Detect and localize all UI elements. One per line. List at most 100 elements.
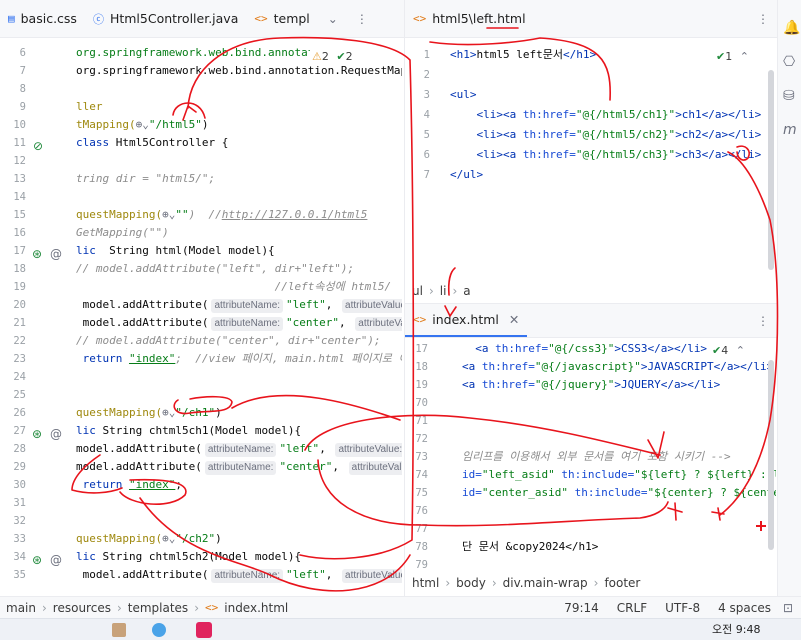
line-number[interactable]: 17 <box>400 340 428 358</box>
tab-templ[interactable]: <> templ <box>246 0 317 37</box>
code-line[interactable]: org.springframework.web.bind.annotat <box>76 44 310 62</box>
code-line[interactable]: GetMapping("") <box>76 224 402 242</box>
code-line[interactable]: ller <box>76 98 402 116</box>
more-icon[interactable]: ⋮ <box>757 12 769 26</box>
line-number[interactable]: 31 <box>0 494 26 512</box>
line-number[interactable]: 9 <box>0 98 26 116</box>
code-line[interactable]: <ul> <box>450 86 770 104</box>
line-number[interactable]: 72 <box>400 430 428 448</box>
scrollbar[interactable] <box>768 70 774 270</box>
app-icon[interactable] <box>152 623 166 637</box>
line-number[interactable]: 4 <box>402 106 430 124</box>
line-number[interactable]: 3 <box>402 86 430 104</box>
code-line[interactable]: lic String html(Model model){ <box>76 242 402 260</box>
code-line[interactable]: // model.addAttribute("center", dir+"cen… <box>76 332 402 350</box>
code-line[interactable]: // model.addAttribute("left", dir+"left"… <box>76 260 402 278</box>
line-number[interactable]: 12 <box>0 152 26 170</box>
code-line[interactable]: <li><a th:href="@{/html5/ch3}">ch3</a></… <box>450 146 770 164</box>
scrollbar[interactable] <box>768 360 774 550</box>
line-number[interactable]: 32 <box>0 512 26 530</box>
tab-html5controller[interactable]: ⓒ Html5Controller.java <box>85 0 246 37</box>
code-line[interactable]: //left속성에 html5/ <box>76 278 402 296</box>
code-line[interactable]: <a th:href="@{/jquery}">JQUERY</a></li> <box>462 376 770 394</box>
tab-index-html[interactable]: <> index.html ✕ <box>405 304 528 337</box>
line-number[interactable]: 28 <box>0 440 26 458</box>
plugin-icon[interactable]: ⎔ <box>783 54 795 70</box>
line-number[interactable]: 20 <box>0 296 26 314</box>
code-line[interactable]: 단 문서 &copy2024</h1> <box>462 538 770 556</box>
intellij-icon[interactable] <box>196 622 212 638</box>
indent-setting[interactable]: 4 spaces <box>718 601 771 615</box>
line-number[interactable]: 7 <box>0 62 26 80</box>
tab-left-html[interactable]: <> html5\left.html <box>405 0 534 37</box>
line-number[interactable]: 21 <box>0 314 26 332</box>
line-number[interactable]: 27 <box>0 422 26 440</box>
line-number[interactable]: 34 <box>0 548 26 566</box>
code-line[interactable]: <li><a th:href="@{/html5/ch2}">ch2</a></… <box>450 126 770 144</box>
code-line[interactable]: <li><a th:href="@{/html5/ch1}">ch1</a></… <box>450 106 770 124</box>
code-line[interactable]: questMapping(⊕⌄"") //http://127.0.0.1/ht… <box>76 206 402 224</box>
code-line[interactable]: <a th:href="@{/css3}">CSS3</a></li> <box>462 340 710 358</box>
line-number[interactable]: 18 <box>400 358 428 376</box>
line-number[interactable]: 10 <box>0 116 26 134</box>
line-number[interactable]: 1 <box>402 46 430 64</box>
line-number[interactable]: 6 <box>402 146 430 164</box>
line-number[interactable]: 14 <box>0 188 26 206</box>
code-line[interactable]: lic String chtml5ch1(Model model){ <box>76 422 402 440</box>
line-number[interactable]: 16 <box>0 224 26 242</box>
tab-basic-css[interactable]: ▤ basic.css <box>0 0 85 37</box>
code-line[interactable]: </ul> <box>450 166 770 184</box>
line-number[interactable]: 19 <box>0 278 26 296</box>
code-line[interactable]: <a th:href="@{/javascript}">JAVASCRIPT</… <box>462 358 770 376</box>
notifications-icon[interactable]: 🔔 <box>783 20 800 36</box>
line-number[interactable]: 24 <box>0 368 26 386</box>
code-line[interactable]: model.addAttribute(attributeName: "left",… <box>76 296 402 314</box>
line-number[interactable]: 26 <box>0 404 26 422</box>
line-number[interactable]: 2 <box>402 66 430 84</box>
endpoint-icon[interactable]: ⊛ <box>32 247 42 261</box>
line-number[interactable]: 71 <box>400 412 428 430</box>
line-number[interactable]: 76 <box>400 502 428 520</box>
code-line[interactable]: questMapping(⊕⌄"/ch1") <box>76 404 402 422</box>
code-line[interactable]: model.addAttribute(attributeName: "left",… <box>76 440 402 458</box>
line-number[interactable]: 29 <box>0 458 26 476</box>
line-number[interactable]: 75 <box>400 484 428 502</box>
more-icon[interactable]: ⋮ <box>757 314 769 328</box>
line-number[interactable]: 13 <box>0 170 26 188</box>
line-number[interactable]: 77 <box>400 520 428 538</box>
code-line[interactable]: model.addAttribute(attributeName: "center… <box>76 314 402 332</box>
code-line[interactable]: lic String chtml5ch2(Model model){ <box>76 548 402 566</box>
line-number[interactable]: 22 <box>0 332 26 350</box>
line-number[interactable]: 11 <box>0 134 26 152</box>
endpoint-icon[interactable]: ⊛ <box>32 553 42 567</box>
code-line[interactable]: model.addAttribute(attributeName: "left",… <box>76 566 402 584</box>
chevron-up-icon[interactable]: ⌃ <box>736 344 745 357</box>
code-line[interactable]: org.springframework.web.bind.annotation.… <box>76 62 402 80</box>
line-number[interactable]: 19 <box>400 376 428 394</box>
line-number[interactable]: 8 <box>0 80 26 98</box>
line-number[interactable]: 6 <box>0 44 26 62</box>
database-icon[interactable]: ⛁ <box>783 88 795 104</box>
line-number[interactable]: 30 <box>0 476 26 494</box>
code-line[interactable]: tMapping(⊕⌄"/html5") <box>76 116 402 134</box>
code-line[interactable]: questMapping(⊕⌄"/ch2") <box>76 530 402 548</box>
caret-position[interactable]: 79:14 <box>564 601 599 615</box>
code-line[interactable]: <h1>html5 left문서</h1> <box>450 46 770 64</box>
code-line[interactable]: return "index"; //view 페이지, main.html 페이… <box>76 350 402 368</box>
line-number[interactable]: 70 <box>400 394 428 412</box>
chevron-down-icon[interactable]: ⌄ <box>328 12 338 26</box>
code-line[interactable]: return "index"; <box>76 476 402 494</box>
app-icon[interactable] <box>112 623 126 637</box>
line-number[interactable]: 74 <box>400 466 428 484</box>
line-number[interactable]: 33 <box>0 530 26 548</box>
endpoint-icon[interactable]: ⊛ <box>32 427 42 441</box>
line-number[interactable]: 78 <box>400 538 428 556</box>
maven-icon[interactable]: m <box>783 122 797 138</box>
code-line[interactable]: id="left_asid" th:include="${left} ? ${l… <box>462 466 776 484</box>
code-line[interactable]: id="center_asid" th:include="${center} ?… <box>462 484 776 502</box>
line-separator[interactable]: CRLF <box>617 601 647 615</box>
more-icon[interactable]: ⋮ <box>356 12 368 26</box>
lock-icon[interactable]: ⊡ <box>783 601 793 615</box>
code-line[interactable]: 임리프를 이용해서 외부 문서를 여기 포함 시키기 --> <box>462 448 770 466</box>
line-number[interactable]: 5 <box>402 126 430 144</box>
